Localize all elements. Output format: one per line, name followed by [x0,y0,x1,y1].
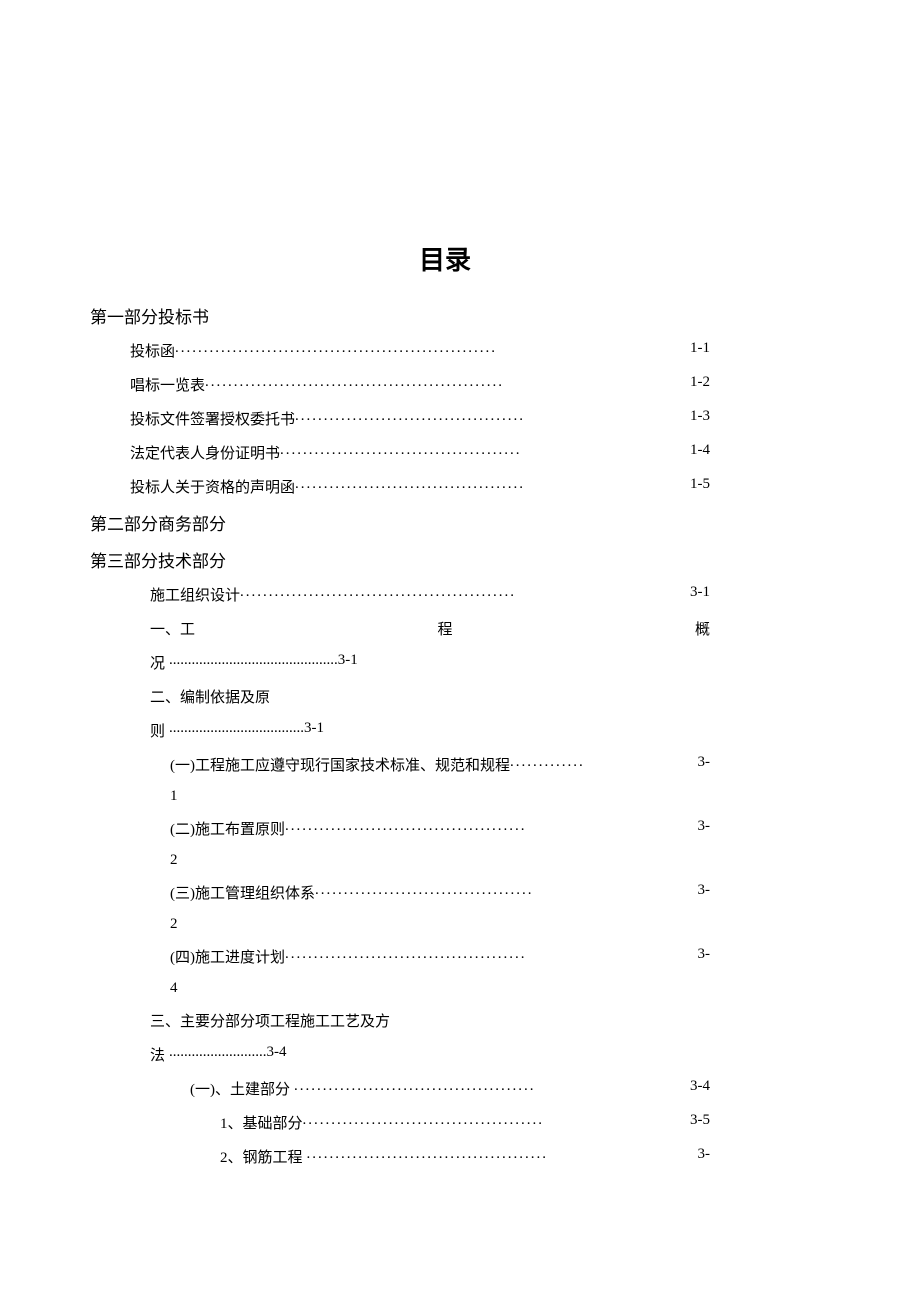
toc-dots: ...................................... [315,882,696,903]
part2-heading: 第二部分商务部分 [90,510,800,535]
toc-page: 3- [696,946,711,967]
toc-dots: ........................................… [294,1078,688,1099]
toc-dots: ........................................… [303,1112,688,1133]
toc-page: 3-4 [688,1078,710,1099]
toc-entry-wrapped: (二)施工布置原则 ..............................… [90,818,800,869]
toc-label: 投标文件签署授权委托书 [130,408,295,429]
toc-entry: 投标函 ....................................… [90,340,800,361]
toc-dots: ........................................… [307,1146,696,1167]
toc-page: 3- [696,1146,711,1167]
toc-page: 1-5 [688,476,710,497]
toc-dots: ........................................ [295,408,688,429]
toc-dots: ........................................… [205,374,688,395]
document-page: 目录 第一部分投标书 投标函 .........................… [0,0,920,1167]
toc-entry-wrapped: 二、编制依据及原 则 .............................… [90,686,800,741]
toc-page-cont: 2 [90,852,800,869]
toc-entry: 法定代表人身份证明书 .............................… [90,442,800,463]
toc-dots: ........................................… [169,652,338,673]
toc-entry: 投标文件签署授权委托书 ............................… [90,408,800,429]
toc-entry: 2、钢筋工程 .................................… [90,1146,800,1167]
toc-page: 3-1 [688,584,710,605]
toc-label: 二、编制依据及原 [90,686,800,707]
toc-page: 3-1 [338,652,358,673]
toc-label: 2、钢筋工程 [220,1146,303,1167]
toc-page: 1-3 [688,408,710,429]
toc-entry-wrapped: (三)施工管理组织体系 ............................… [90,882,800,933]
part3-heading: 第三部分技术部分 [90,547,800,572]
toc-dots: ........................................… [285,818,696,839]
toc-label-tail: 法 [150,1044,165,1065]
toc-dots: .................................... [169,720,304,741]
toc-entry-wrapped: (四)施工进度计划 ..............................… [90,946,800,997]
toc-dots: ........................................… [280,442,688,463]
toc-label: (一)工程施工应遵守现行国家技术标准、规范和规程 [170,754,510,775]
toc-label: 1、基础部分 [220,1112,303,1133]
toc-label-part: 一、工 [150,618,195,639]
toc-entry: 唱标一览表 ..................................… [90,374,800,395]
part1-heading: 第一部分投标书 [90,303,800,328]
toc-dots: ........................................… [240,584,688,605]
toc-page: 1-2 [688,374,710,395]
toc-label-part: 概 [695,618,710,639]
toc-dots: ............. [510,754,696,775]
toc-entry-wrapped: (一)工程施工应遵守现行国家技术标准、规范和规程 ............. 3… [90,754,800,805]
toc-entry: 投标人关于资格的声明函 ............................… [90,476,800,497]
toc-label: (二)施工布置原则 [170,818,285,839]
toc-label: 唱标一览表 [130,374,205,395]
toc-label: 投标人关于资格的声明函 [130,476,295,497]
toc-page: 1-1 [688,340,710,361]
toc-label-tail: 则 [150,720,165,741]
toc-entry: 施工组织设计 .................................… [90,584,800,605]
toc-dots: ........................................… [285,946,696,967]
toc-page: 3-5 [688,1112,710,1133]
toc-label: 法定代表人身份证明书 [130,442,280,463]
toc-label: 投标函 [130,340,175,361]
toc-title: 目录 [90,240,800,277]
toc-page: 3- [696,754,711,775]
toc-label: 施工组织设计 [150,584,240,605]
toc-page: 3- [696,818,711,839]
toc-label: (四)施工进度计划 [170,946,285,967]
toc-entry-wrapped: 一、工 程 概 况 ..............................… [90,618,800,673]
toc-page-cont: 2 [90,916,800,933]
toc-page: 3-4 [267,1044,287,1065]
toc-page: 1-4 [688,442,710,463]
toc-label: 三、主要分部分项工程施工工艺及方 [90,1010,800,1031]
toc-label: (一)、土建部分 [190,1078,290,1099]
toc-page: 3- [696,882,711,903]
toc-page-cont: 1 [90,788,800,805]
toc-entry: (一)、土建部分 ...............................… [90,1078,800,1099]
toc-entry-wrapped: 三、主要分部分项工程施工工艺及方 法 .....................… [90,1010,800,1065]
toc-dots: ........................................ [295,476,688,497]
toc-page: 3-1 [304,720,324,741]
toc-page-cont: 4 [90,980,800,997]
toc-label-tail: 况 [150,652,165,673]
toc-label-part: 程 [437,618,452,639]
toc-label: (三)施工管理组织体系 [170,882,315,903]
toc-entry: 1、基础部分 .................................… [90,1112,800,1133]
toc-dots: .......................... [169,1044,267,1065]
toc-dots: ........................................… [175,340,688,361]
